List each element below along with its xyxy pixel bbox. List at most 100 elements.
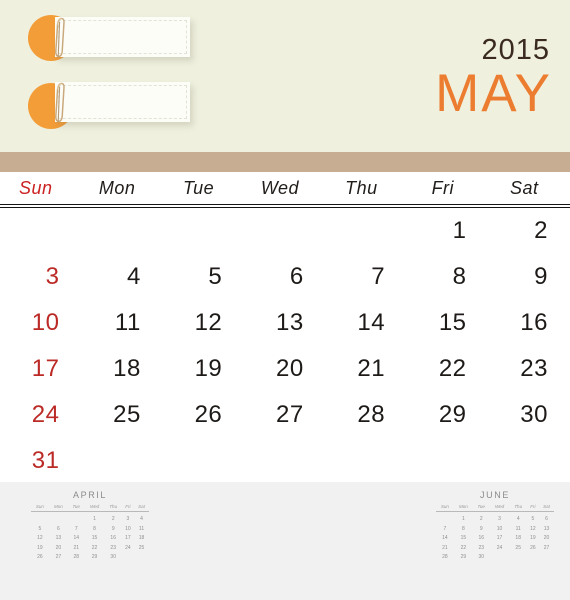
mini-day-cell: 30: [478, 554, 484, 561]
mini-day-cell: 6: [56, 525, 60, 532]
mini-calendar-previous[interactable]: APRIL Sun Mon Tue Wed Thu Fri Sat 1 2 3 …: [20, 490, 160, 561]
mini-day-cell: 18: [515, 535, 521, 542]
mini-day-cell: 16: [110, 535, 116, 542]
mini-day-cell: 20: [55, 544, 62, 551]
day-cell[interactable]: 11: [81, 300, 162, 346]
day-cell[interactable]: 5: [163, 254, 244, 300]
mini-day-cell: 2: [111, 516, 115, 522]
mini-weekday-thu: Thu: [509, 504, 527, 512]
day-cell[interactable]: [81, 208, 162, 254]
day-cell[interactable]: 15: [407, 300, 488, 346]
mini-day-cell: [68, 512, 84, 524]
day-cell[interactable]: 30: [489, 392, 570, 438]
week-row: 24 25 26 27 28 29 30: [0, 392, 570, 438]
day-cell[interactable]: 2: [489, 208, 570, 254]
day-cell[interactable]: 21: [326, 346, 407, 392]
day-cell[interactable]: 24: [0, 392, 81, 438]
mini-day-cell: 14: [73, 535, 79, 542]
mini-day-cell: 19: [530, 535, 536, 542]
day-cell[interactable]: [81, 438, 162, 484]
weekday-header-thu: Thu: [345, 177, 378, 198]
day-cell[interactable]: 17: [0, 346, 81, 392]
day-cell[interactable]: 13: [244, 300, 325, 346]
mini-day-cell: [527, 552, 539, 562]
mini-day-cell: 20: [543, 535, 550, 542]
day-cell[interactable]: [326, 208, 407, 254]
day-cell[interactable]: [163, 208, 244, 254]
divider-bar: [0, 152, 570, 172]
weekday-header-sun: Sun: [18, 177, 53, 198]
day-cell[interactable]: [244, 438, 325, 484]
day-cell[interactable]: 3: [0, 254, 81, 300]
mini-day-cell: 13: [543, 525, 550, 532]
day-cell[interactable]: 29: [407, 392, 488, 438]
mini-day-cell: 11: [138, 525, 145, 532]
mini-week-row: 1 2 3 4: [31, 512, 149, 524]
day-cell[interactable]: [407, 438, 488, 484]
day-cell[interactable]: 8: [407, 254, 488, 300]
day-cell[interactable]: 6: [244, 254, 325, 300]
day-cell[interactable]: 27: [244, 392, 325, 438]
day-cell[interactable]: 16: [489, 300, 570, 346]
mini-weekday-sat: Sat: [539, 504, 554, 512]
mini-day-cell: 26: [37, 554, 43, 561]
note-card[interactable]: [55, 17, 190, 57]
note-card[interactable]: [55, 82, 190, 122]
day-cell[interactable]: 18: [81, 346, 162, 392]
header-banner: 2015 MAY: [0, 0, 570, 152]
mini-day-cell: 16: [478, 535, 484, 542]
mini-day-cell: 14: [442, 535, 448, 542]
mini-weekday-sat: Sat: [134, 504, 149, 512]
week-row: 10 11 12 13 14 15 16: [0, 300, 570, 346]
mini-calendar-next[interactable]: JUNE Sun Mon Tue Wed Thu Fri Sat 1 2 3 4…: [425, 490, 565, 561]
mini-weekday-mon: Mon: [48, 504, 69, 512]
day-cell[interactable]: 12: [163, 300, 244, 346]
paperclip-icon: [55, 17, 65, 58]
mini-week-row: 7 8 9 10 11 12 13: [436, 523, 554, 533]
note-sticker-2[interactable]: [28, 80, 193, 129]
mini-week-row: 21 22 23 24 25 26 27: [436, 542, 554, 552]
day-cell[interactable]: 31: [0, 438, 81, 484]
day-cell[interactable]: [244, 208, 325, 254]
day-cell[interactable]: 26: [163, 392, 244, 438]
note-sticker-1[interactable]: [28, 15, 193, 61]
day-cell[interactable]: 25: [81, 392, 162, 438]
day-cell[interactable]: 19: [163, 346, 244, 392]
mini-day-cell: 8: [93, 525, 96, 532]
mini-weekday-tue: Tue: [68, 504, 85, 512]
day-cell[interactable]: [326, 438, 407, 484]
week-row: 31: [0, 438, 570, 484]
week-row: 1 2: [0, 208, 570, 254]
day-cell[interactable]: 9: [489, 254, 570, 300]
weekday-header-wed: Wed: [260, 177, 300, 198]
day-cell[interactable]: 20: [244, 346, 325, 392]
mini-day-cell: 24: [496, 544, 503, 551]
day-cell[interactable]: 28: [326, 392, 407, 438]
day-cell[interactable]: [0, 208, 81, 254]
week-rows: 1 2 3 4 5 6 7 8 9 10 11 12 13 14 15 16 1…: [0, 208, 570, 484]
day-cell[interactable]: 1: [407, 208, 488, 254]
weekday-header-fri: Fri: [431, 177, 455, 198]
day-cell[interactable]: 23: [489, 346, 570, 392]
mini-day-cell: 9: [111, 525, 115, 532]
mini-title-next: JUNE: [480, 490, 510, 500]
mini-day-cell: 22: [460, 544, 467, 551]
day-cell[interactable]: [489, 438, 570, 484]
mini-day-cell: 6: [545, 516, 548, 522]
mini-grid-next: Sun Mon Tue Wed Thu Fri Sat 1 2 3 4 5 6 …: [436, 504, 554, 561]
day-cell[interactable]: 4: [81, 254, 162, 300]
day-cell[interactable]: 14: [326, 300, 407, 346]
week-row: 17 18 19 20 21 22 23: [0, 346, 570, 392]
day-cell[interactable]: [163, 438, 244, 484]
mini-day-cell: [31, 512, 49, 524]
day-cell[interactable]: 10: [0, 300, 81, 346]
day-cell[interactable]: 22: [407, 346, 488, 392]
mini-day-cell: 17: [496, 535, 503, 542]
day-cell[interactable]: 7: [326, 254, 407, 300]
mini-week-row: 19 20 21 22 23 24 25: [31, 542, 149, 552]
mini-day-cell: 25: [138, 544, 145, 551]
mini-day-cell: 9: [479, 525, 483, 532]
mini-day-cell: 12: [530, 525, 536, 532]
mini-day-cell: 27: [543, 544, 550, 551]
mini-weekday-mon: Mon: [453, 504, 474, 512]
